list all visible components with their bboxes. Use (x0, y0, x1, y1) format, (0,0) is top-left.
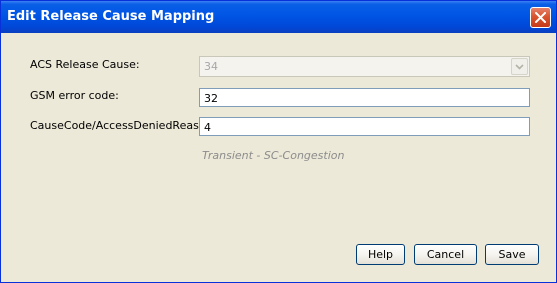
dialog-window: Edit Release Cause Mapping ACS Release C… (0, 0, 557, 283)
window-title: Edit Release Cause Mapping (7, 9, 215, 24)
cause-code-field[interactable] (199, 117, 530, 136)
help-button[interactable]: Help (356, 244, 405, 265)
gsm-error-code-field[interactable] (199, 88, 530, 107)
acs-release-cause-dropdown[interactable]: 34 (199, 56, 530, 77)
cancel-button[interactable]: Cancel (414, 244, 477, 265)
acs-release-cause-label: ACS Release Cause: (30, 58, 140, 71)
title-bar[interactable]: Edit Release Cause Mapping (1, 1, 556, 33)
dropdown-button[interactable] (511, 58, 528, 75)
close-icon (535, 12, 546, 23)
cause-description: Transient - SC-Congestion (202, 149, 345, 162)
acs-release-cause-value: 34 (204, 60, 218, 73)
chevron-down-icon (515, 64, 524, 70)
close-button[interactable] (530, 7, 551, 28)
dialog-content: ACS Release Cause: 34 GSM error code: Ca… (2, 33, 557, 283)
cause-code-label: CauseCode/AccessDeniedReason (30, 119, 213, 132)
gsm-error-code-label: GSM error code: (30, 89, 119, 102)
save-button[interactable]: Save (485, 244, 539, 265)
